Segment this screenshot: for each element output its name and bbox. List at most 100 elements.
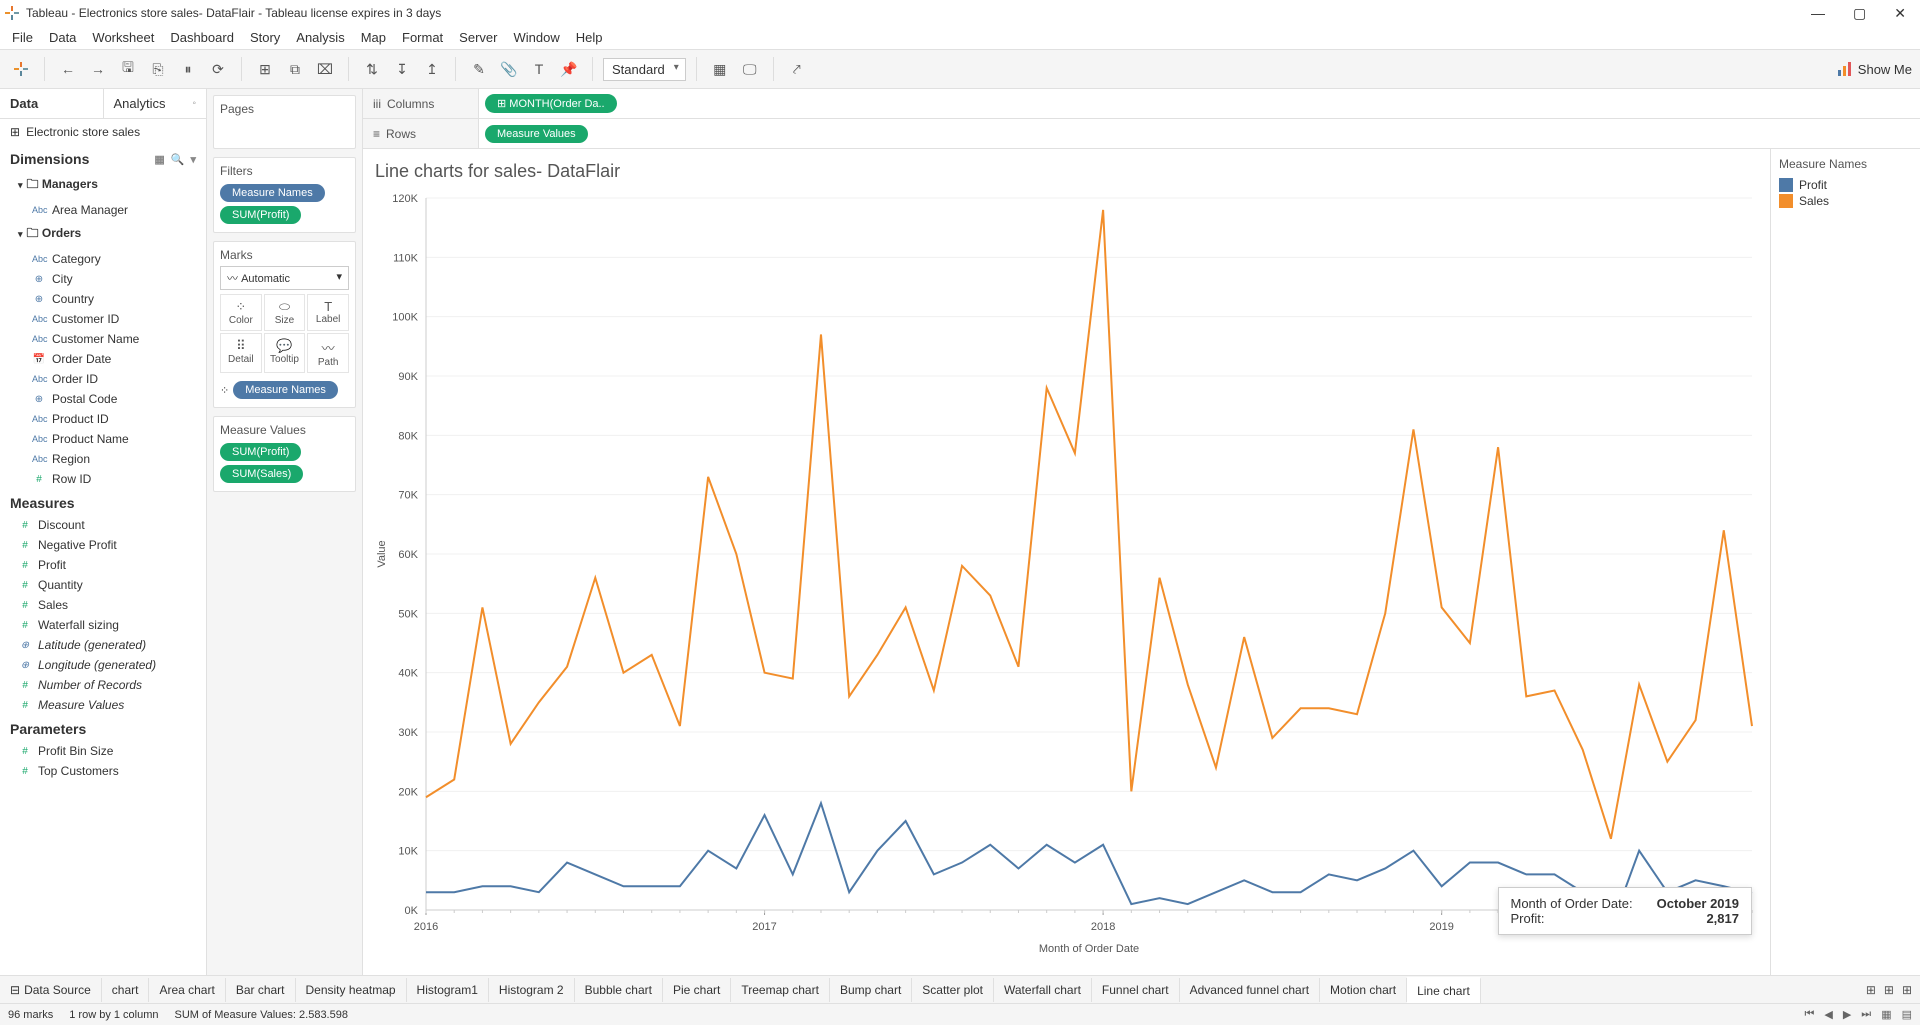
rows-shelf[interactable]: ≡Rows Measure Values [363, 119, 1920, 149]
forward-icon[interactable]: → [85, 56, 111, 82]
menu-dashboard[interactable]: Dashboard [170, 30, 234, 45]
highlight-icon[interactable]: ✎ [466, 56, 492, 82]
show-me-button[interactable]: Show Me [1838, 62, 1912, 77]
view-icon[interactable]: ▦ [154, 153, 164, 166]
field[interactable]: #Top Customers [0, 761, 206, 781]
field[interactable]: #Measure Values [0, 695, 206, 715]
field[interactable]: AbcRegion [0, 449, 206, 469]
field[interactable]: 📅Order Date [0, 349, 206, 369]
measure-values-shelf[interactable]: Measure Values SUM(Profit) SUM(Sales) [213, 416, 356, 492]
field[interactable]: AbcCustomer ID [0, 309, 206, 329]
duplicate-icon[interactable]: ⧉ [282, 56, 308, 82]
marks-tooltip[interactable]: 💬Tooltip [264, 333, 306, 373]
field[interactable]: AbcCustomer Name [0, 329, 206, 349]
columns-pill[interactable]: ⊞ MONTH(Order Da.. [485, 94, 617, 113]
share-icon[interactable]: ⤤ [784, 56, 810, 82]
sheet-tab[interactable]: chart [102, 978, 150, 1002]
sheet-tab[interactable]: Treemap chart [731, 978, 830, 1002]
sheet-tab[interactable]: Funnel chart [1092, 978, 1180, 1002]
search-icon[interactable]: 🔍 [171, 153, 185, 166]
sheet-tab[interactable]: Motion chart [1320, 978, 1407, 1002]
menu-data[interactable]: Data [49, 30, 76, 45]
field[interactable]: #Profit Bin Size [0, 741, 206, 761]
sheet-tab[interactable]: Waterfall chart [994, 978, 1092, 1002]
menu-format[interactable]: Format [402, 30, 443, 45]
nav-next-icon[interactable]: ▶ [1843, 1008, 1851, 1021]
menu-worksheet[interactable]: Worksheet [92, 30, 154, 45]
viz-title[interactable]: Line charts for sales- DataFlair [371, 161, 1762, 182]
field[interactable]: ⊕Country [0, 289, 206, 309]
menu-server[interactable]: Server [459, 30, 497, 45]
view-tabs-icon[interactable]: ▦ [1881, 1008, 1891, 1021]
tab-data[interactable]: Data [0, 89, 103, 118]
sheet-tab[interactable]: Bar chart [226, 978, 296, 1002]
field[interactable]: #Profit [0, 555, 206, 575]
legend-item-sales[interactable]: Sales [1779, 193, 1912, 209]
menu-icon[interactable]: ▾ [190, 153, 196, 166]
marks-label[interactable]: TLabel [307, 294, 349, 331]
mv-pill-sales[interactable]: SUM(Sales) [220, 465, 303, 483]
device-icon[interactable]: 🖵 [737, 56, 763, 82]
menu-help[interactable]: Help [576, 30, 603, 45]
sheet-tab[interactable]: Advanced funnel chart [1180, 978, 1320, 1002]
clear-icon[interactable]: ⌧ [312, 56, 338, 82]
pages-shelf[interactable]: Pages [213, 95, 356, 149]
tab-analytics[interactable]: Analytics◦ [104, 89, 207, 118]
nav-prev-icon[interactable]: ◀ [1824, 1008, 1832, 1021]
mv-pill-profit[interactable]: SUM(Profit) [220, 443, 301, 461]
swap-icon[interactable]: ⇅ [359, 56, 385, 82]
filter-pill-measure-names[interactable]: Measure Names [220, 184, 325, 202]
tableau-icon[interactable] [8, 56, 34, 82]
view-filmstrip-icon[interactable]: ▤ [1902, 1008, 1912, 1021]
field[interactable]: ⊕Longitude (generated) [0, 655, 206, 675]
sheet-tab[interactable]: Bubble chart [575, 978, 663, 1002]
sheet-tab[interactable]: Line chart [1407, 977, 1481, 1003]
field[interactable]: AbcProduct Name [0, 429, 206, 449]
field[interactable]: #Waterfall sizing [0, 615, 206, 635]
field[interactable]: #Quantity [0, 575, 206, 595]
nav-last-icon[interactable]: ⏭ [1861, 1008, 1871, 1021]
field[interactable]: AbcProduct ID [0, 409, 206, 429]
mark-type-dropdown[interactable]: 〰 Automatic▾ [220, 266, 349, 290]
field[interactable]: ⊕Postal Code [0, 389, 206, 409]
back-icon[interactable]: ← [55, 56, 81, 82]
maximize-button[interactable]: ▢ [1853, 5, 1866, 22]
field[interactable]: #Row ID [0, 469, 206, 489]
field[interactable]: ⊕Latitude (generated) [0, 635, 206, 655]
refresh-icon[interactable]: ⟳ [205, 56, 231, 82]
close-button[interactable]: ✕ [1894, 5, 1906, 22]
pause-icon[interactable]: ⏸ [175, 56, 201, 82]
sheet-tab[interactable]: Histogram1 [407, 978, 489, 1002]
sheet-tab[interactable]: ⊟Data Source [0, 978, 102, 1002]
sheet-tab[interactable]: Histogram 2 [489, 978, 575, 1002]
menu-window[interactable]: Window [513, 30, 559, 45]
viz-canvas[interactable]: Line charts for sales- DataFlair 0K10K20… [363, 149, 1770, 975]
filters-shelf[interactable]: Filters Measure Names SUM(Profit) [213, 157, 356, 233]
rows-pill[interactable]: Measure Values [485, 125, 588, 143]
marks-size[interactable]: ⬭Size [264, 294, 306, 331]
columns-shelf[interactable]: iiiColumns ⊞ MONTH(Order Da.. [363, 89, 1920, 119]
field[interactable]: AbcCategory [0, 249, 206, 269]
label-icon[interactable]: T [526, 56, 552, 82]
save-icon[interactable]: 🖫 [115, 56, 141, 82]
field[interactable]: #Sales [0, 595, 206, 615]
sheet-tab[interactable]: Bump chart [830, 978, 912, 1002]
sheet-tab[interactable]: Area chart [149, 978, 225, 1002]
marks-detail[interactable]: ⠿Detail [220, 333, 262, 373]
field[interactable]: #Discount [0, 515, 206, 535]
new-worksheet-icon[interactable]: ⊞ [1866, 983, 1876, 997]
field[interactable]: ⊕City [0, 269, 206, 289]
present-icon[interactable]: ▦ [707, 56, 733, 82]
menu-analysis[interactable]: Analysis [296, 30, 344, 45]
sort-desc-icon[interactable]: ↥ [419, 56, 445, 82]
line-chart[interactable]: 0K10K20K30K40K50K60K70K80K90K100K110K120… [371, 188, 1762, 960]
marks-color[interactable]: ⁘Color [220, 294, 262, 331]
field[interactable]: AbcArea Manager [0, 200, 206, 220]
nav-first-icon[interactable]: ⏮ [1804, 1008, 1814, 1021]
marks-pill-measure-names[interactable]: Measure Names [233, 381, 338, 399]
menu-story[interactable]: Story [250, 30, 280, 45]
group-icon[interactable]: 📎 [496, 56, 522, 82]
sort-asc-icon[interactable]: ↧ [389, 56, 415, 82]
new-dashboard-icon[interactable]: ⊞ [1884, 983, 1894, 997]
field[interactable]: AbcOrder ID [0, 369, 206, 389]
